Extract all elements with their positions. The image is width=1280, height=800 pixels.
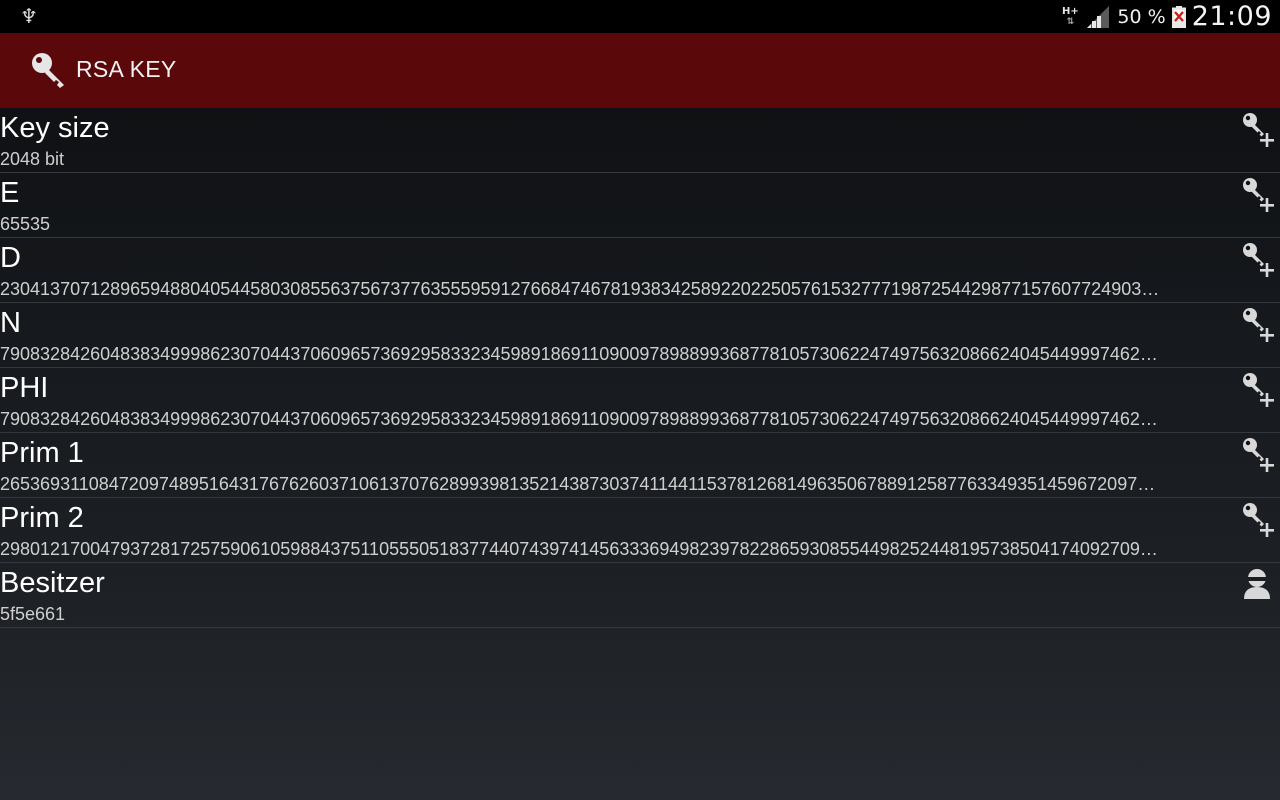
list-item-title: Prim 1 xyxy=(0,437,84,469)
page-title: RSA KEY xyxy=(76,56,177,82)
list-item-key-size[interactable]: Key size 2048 bit xyxy=(0,108,1280,173)
person-icon[interactable] xyxy=(1240,567,1274,603)
list-item-e[interactable]: E 65535 xyxy=(0,173,1280,238)
add-key-icon[interactable] xyxy=(1240,372,1274,408)
add-key-icon[interactable] xyxy=(1240,177,1274,213)
network-type-indicator: H+ ⇅ xyxy=(1061,6,1079,28)
key-icon[interactable] xyxy=(30,51,68,89)
list-item-title: E xyxy=(0,177,20,209)
list-item-prim-1[interactable]: Prim 1 265369311084720974895164317676260… xyxy=(0,433,1280,498)
data-activity-icon: ⇅ xyxy=(1066,16,1075,27)
list-item-phi[interactable]: PHI 790832842604838349998623070443706096… xyxy=(0,368,1280,433)
list-item-d[interactable]: D 23041370712896594880405445803085563756… xyxy=(0,238,1280,303)
list-item-value: 5f5e661 xyxy=(0,604,66,624)
add-key-icon[interactable] xyxy=(1240,437,1274,473)
list-item-value: 7908328426048383499986230704437060965736… xyxy=(0,409,1158,429)
status-bar: ♆ H+ ⇅ 50 % 21:09 xyxy=(0,0,1280,33)
signal-strength-icon xyxy=(1087,5,1110,28)
list-item-besitzer[interactable]: Besitzer 5f5e661 xyxy=(0,563,1280,628)
action-bar: RSA KEY xyxy=(0,33,1280,108)
network-type-label: H+ xyxy=(1062,5,1079,17)
list-item-value: 65535 xyxy=(0,214,51,234)
list-item-prim-2[interactable]: Prim 2 298012170047937281725759061059884… xyxy=(0,498,1280,563)
key-property-list: Key size 2048 bit E 65535 D 230413707128… xyxy=(0,108,1280,628)
list-item-title: PHI xyxy=(0,372,49,404)
list-item-title: N xyxy=(0,307,21,339)
list-item-title: Key size xyxy=(0,112,110,144)
list-item-n[interactable]: N 79083284260483834999862307044370609657… xyxy=(0,303,1280,368)
list-item-title: Besitzer xyxy=(0,567,105,599)
list-item-value: 7908328426048383499986230704437060965736… xyxy=(0,344,1158,364)
usb-icon: ♆ xyxy=(20,4,38,28)
battery-icon xyxy=(1171,5,1186,28)
list-item-title: Prim 2 xyxy=(0,502,84,534)
list-item-value: 2653693110847209748951643176762603710613… xyxy=(0,474,1156,494)
list-item-value: 2980121700479372817257590610598843751105… xyxy=(0,539,1158,559)
battery-percent: 50 % xyxy=(1117,5,1166,28)
list-item-value: 2304137071289659488040544580308556375673… xyxy=(0,279,1160,299)
add-key-icon[interactable] xyxy=(1240,112,1274,148)
add-key-icon[interactable] xyxy=(1240,307,1274,343)
add-key-icon[interactable] xyxy=(1240,502,1274,538)
list-item-value: 2048 bit xyxy=(0,149,65,169)
status-indicators: H+ ⇅ 50 % 21:09 xyxy=(1061,0,1272,33)
add-key-icon[interactable] xyxy=(1240,242,1274,278)
status-clock: 21:09 xyxy=(1191,1,1272,32)
list-item-title: D xyxy=(0,242,21,274)
